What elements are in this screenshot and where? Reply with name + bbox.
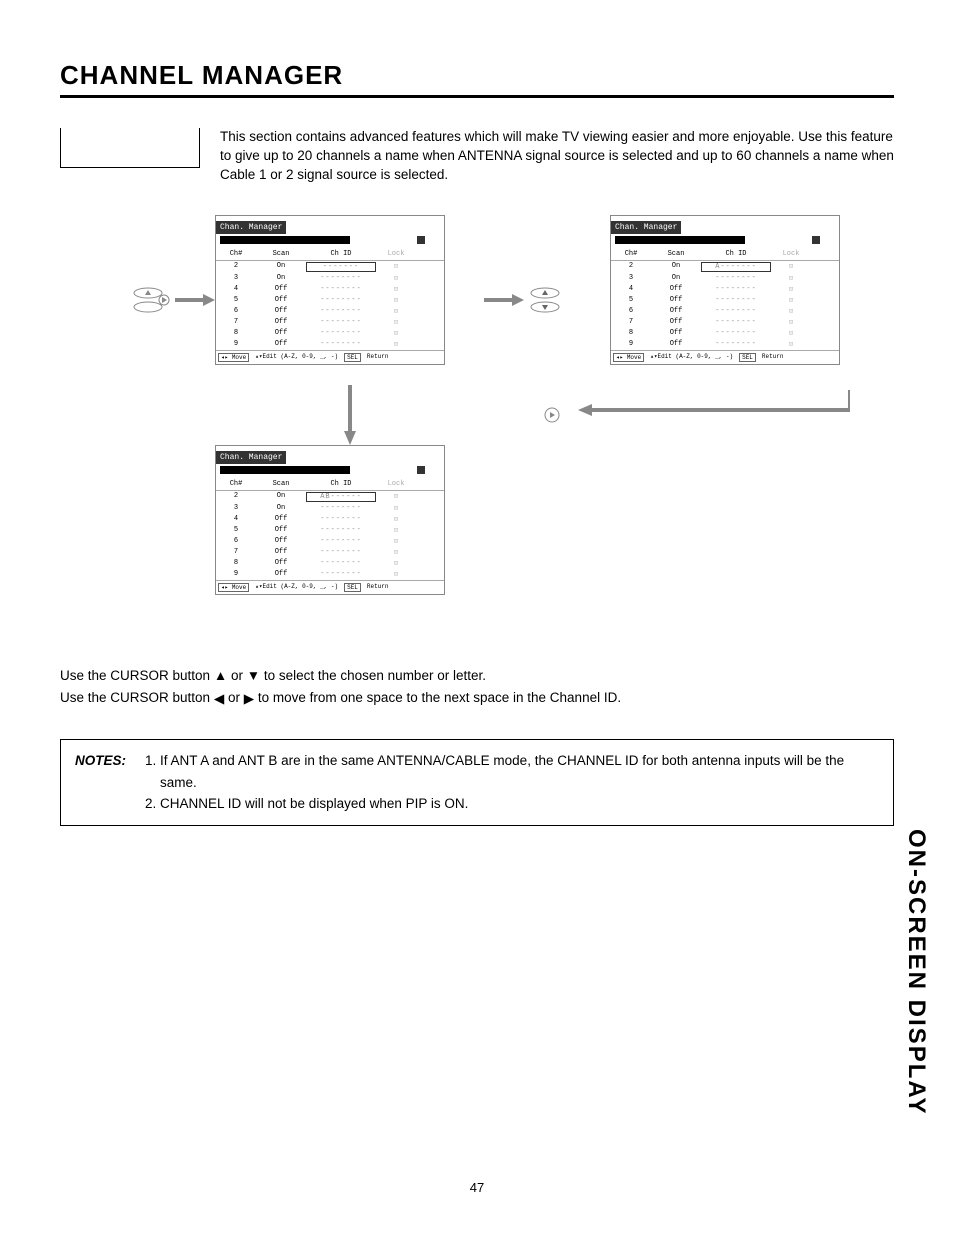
table-row: 8Off--------⊡ (216, 558, 444, 569)
page-number: 47 (470, 1180, 484, 1195)
table-row: 8Off--------⊡ (611, 328, 839, 339)
screen-3: Chan. Manager Ch#Scan Ch IDLock 2OnAB---… (215, 445, 445, 595)
arrow-left-long (570, 390, 850, 430)
table-row: 9Off--------⊡ (216, 339, 444, 350)
col-chid: Ch ID (306, 250, 376, 258)
down-triangle-icon: ▼ (247, 665, 260, 687)
remote-cursor-right (130, 285, 170, 315)
table-row: 7Off--------⊡ (611, 317, 839, 328)
table-row: 5Off--------⊡ (611, 295, 839, 306)
table-row: 4Off--------⊡ (216, 284, 444, 295)
table-row: 3On--------⊡ (216, 273, 444, 284)
table-row: 4Off--------⊡ (216, 514, 444, 525)
arrow-down (340, 385, 360, 445)
arrow-right-2 (484, 292, 524, 308)
arrow-right-1 (175, 292, 215, 308)
table-row: 3On--------⊡ (216, 503, 444, 514)
up-triangle-icon: ▲ (214, 665, 227, 687)
notes-label: NOTES: (75, 750, 126, 815)
col-ch: Ch# (216, 250, 256, 258)
page-title: CHANNEL MANAGER (60, 60, 894, 98)
intro-placeholder-box (60, 128, 200, 168)
instructions: Use the CURSOR button ▲ or ▼ to select t… (60, 665, 894, 709)
table-row: 2OnAB------⊡ (216, 491, 444, 503)
screen-1: Chan. Manager Ch# Scan Ch ID Lock 2On---… (215, 215, 445, 365)
table-row: 4Off--------⊡ (611, 284, 839, 295)
side-title: ON-SCREEN DISPLAY (902, 829, 930, 1116)
table-row: 7Off--------⊡ (216, 317, 444, 328)
screen-2: Chan. Manager Ch#Scan Ch IDLock 2OnA----… (610, 215, 840, 365)
table-row: 5Off--------⊡ (216, 525, 444, 536)
table-row: 2On-------⊡ (216, 261, 444, 273)
table-row: 5Off--------⊡ (216, 295, 444, 306)
diagram-area: Chan. Manager Ch# Scan Ch ID Lock 2On---… (60, 215, 894, 645)
table-row: 6Off--------⊡ (216, 306, 444, 317)
screen-header: Chan. Manager (216, 221, 286, 234)
table-row: 6Off--------⊡ (216, 536, 444, 547)
table-row: 6Off--------⊡ (611, 306, 839, 317)
intro-text: This section contains advanced features … (220, 128, 894, 185)
table-row: 9Off--------⊡ (611, 339, 839, 350)
note-item: If ANT A and ANT B are in the same ANTEN… (160, 750, 879, 793)
left-triangle-icon: ◀ (214, 688, 224, 710)
table-row: 9Off--------⊡ (216, 569, 444, 580)
table-row: 7Off--------⊡ (216, 547, 444, 558)
col-scan: Scan (256, 250, 306, 258)
table-row: 8Off--------⊡ (216, 328, 444, 339)
remote-cursor-updown (525, 285, 565, 315)
table-row: 3On--------⊡ (611, 273, 839, 284)
notes-box: NOTES: If ANT A and ANT B are in the sam… (60, 739, 894, 826)
note-item: CHANNEL ID will not be displayed when PI… (160, 793, 879, 815)
col-lock: Lock (376, 250, 416, 258)
table-row: 2OnA-------⊡ (611, 261, 839, 273)
right-triangle-icon: ▶ (244, 688, 254, 710)
